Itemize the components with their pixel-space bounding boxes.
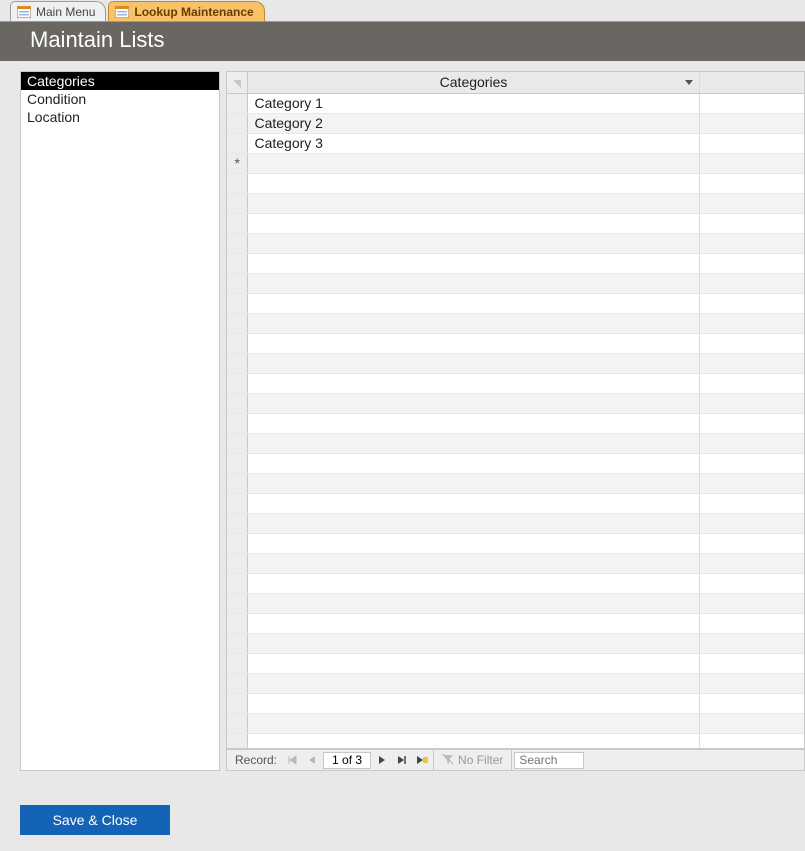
nav-first-icon[interactable] (283, 751, 301, 769)
column-header-categories[interactable]: Categories (248, 72, 699, 93)
cell[interactable]: Category 1 (248, 93, 699, 113)
dropdown-icon[interactable] (685, 78, 693, 86)
save-close-button[interactable]: Save & Close (20, 805, 170, 835)
search-input[interactable] (514, 752, 584, 769)
page-header: Maintain Lists (0, 22, 805, 61)
select-all-corner[interactable] (227, 72, 248, 93)
table-row[interactable]: Category 3 (227, 133, 804, 153)
nav-next-icon[interactable] (373, 751, 391, 769)
cell[interactable]: Category 2 (248, 113, 699, 133)
workspace: Categories Condition Location (0, 61, 805, 781)
sidebar-item-categories[interactable]: Categories (21, 72, 219, 90)
cell-blank (699, 113, 804, 133)
nav-new-icon[interactable] (413, 751, 431, 769)
cell-blank (699, 133, 804, 153)
record-position-input[interactable] (323, 752, 371, 769)
record-navigator: Record: No Filter (226, 749, 805, 771)
row-selector[interactable] (227, 93, 248, 113)
form-icon (115, 6, 129, 18)
cell-blank (699, 93, 804, 113)
row-selector[interactable] (227, 113, 248, 133)
nav-prev-icon[interactable] (303, 751, 321, 769)
tab-strip: Main Menu Lookup Maintenance (0, 0, 805, 22)
page-title: Maintain Lists (30, 27, 165, 52)
sidebar-item-label: Location (27, 109, 80, 125)
new-record-row[interactable]: * (227, 153, 804, 173)
tab-label: Lookup Maintenance (134, 5, 253, 19)
form-icon (17, 6, 31, 18)
sidebar-item-location[interactable]: Location (21, 108, 219, 126)
tab-label: Main Menu (36, 5, 95, 19)
sidebar-item-condition[interactable]: Condition (21, 90, 219, 108)
tab-lookup-maintenance[interactable]: Lookup Maintenance (108, 1, 264, 21)
funnel-icon (442, 753, 454, 768)
tab-main-menu[interactable]: Main Menu (10, 1, 106, 21)
datasheet: Categories Category 1 (226, 71, 805, 749)
column-header-label: Categories (440, 74, 508, 90)
record-label: Record: (231, 753, 281, 767)
nav-last-icon[interactable] (393, 751, 411, 769)
table-row[interactable]: Category 2 (227, 113, 804, 133)
cell[interactable]: Category 3 (248, 133, 699, 153)
sidebar-item-label: Condition (27, 91, 86, 107)
sidebar-item-label: Categories (27, 73, 95, 89)
cell-blank (699, 153, 804, 173)
column-header-blank (699, 72, 804, 93)
datasheet-panel: Categories Category 1 (226, 71, 805, 771)
row-selector[interactable] (227, 133, 248, 153)
filter-toggle[interactable]: No Filter (433, 750, 512, 770)
table-row[interactable]: Category 1 (227, 93, 804, 113)
filter-label: No Filter (458, 753, 503, 767)
new-record-icon[interactable]: * (227, 153, 248, 173)
lookup-list: Categories Condition Location (20, 71, 220, 771)
cell[interactable] (248, 153, 699, 173)
